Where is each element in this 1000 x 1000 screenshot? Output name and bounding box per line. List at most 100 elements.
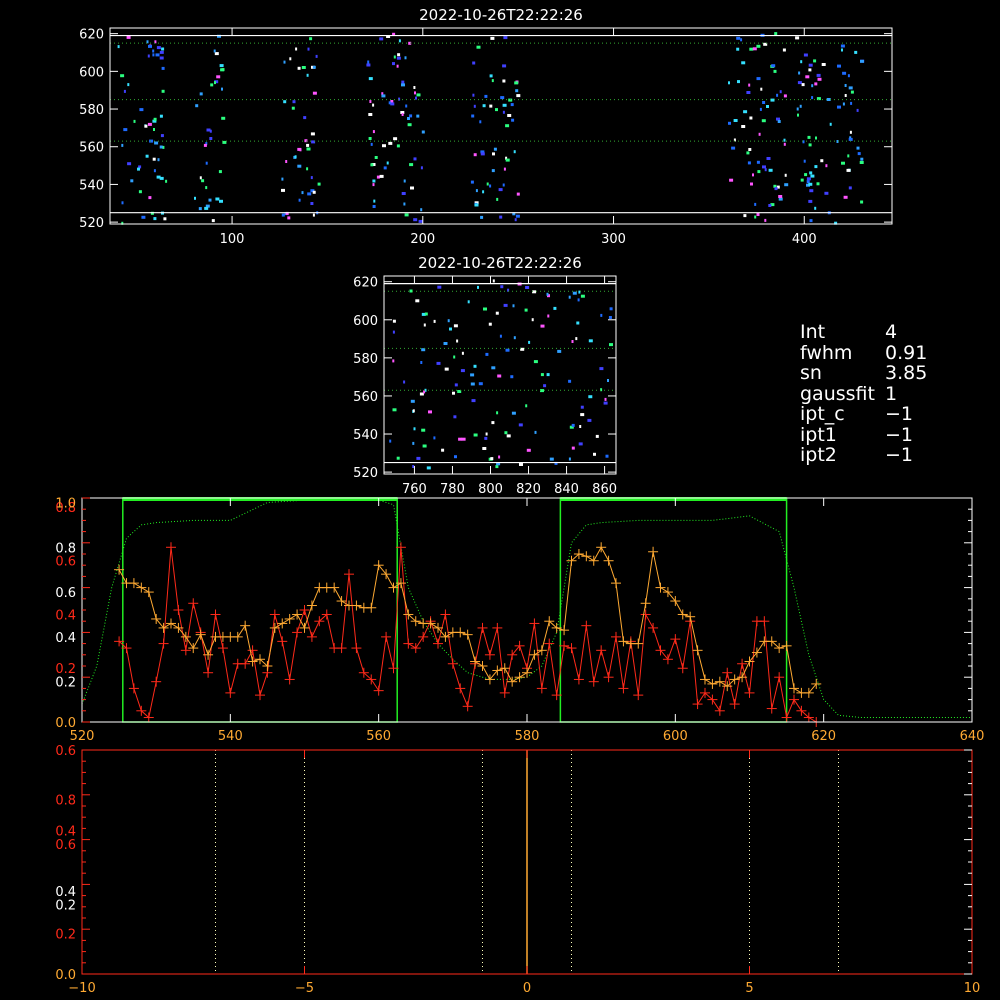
data-pixel: [488, 322, 492, 326]
data-pixel: [216, 75, 221, 79]
data-pixel: [312, 190, 316, 194]
series-point: [166, 542, 176, 553]
data-pixel: [515, 214, 520, 218]
data-pixel: [283, 100, 287, 104]
data-pixel: [194, 196, 196, 200]
data-pixel: [433, 319, 436, 323]
x-tick-label: 5: [745, 981, 753, 996]
data-pixel: [748, 83, 751, 87]
data-pixel: [372, 103, 375, 107]
data-pixel: [733, 119, 738, 122]
data-pixel: [165, 179, 168, 183]
data-pixel: [824, 191, 829, 195]
x-tick-label: 800: [478, 482, 503, 497]
data-pixel: [153, 217, 157, 221]
data-pixel: [807, 135, 811, 139]
data-pixel: [499, 215, 503, 219]
fit-info-panel: Int 4 fwhm 0.91 sn 3.85 gaussfit 1 ipt_c −1 i…: [800, 322, 927, 466]
data-pixel: [728, 81, 730, 85]
data-pixel: [412, 409, 415, 413]
data-pixel: [155, 53, 160, 57]
x-tick-label: 560: [366, 729, 391, 744]
data-pixel: [843, 195, 848, 199]
data-pixel: [482, 447, 487, 450]
series-point: [729, 699, 740, 710]
info-key: ipt_c: [800, 403, 845, 425]
series-point: [425, 618, 436, 629]
data-pixel: [846, 168, 851, 172]
data-pixel: [811, 96, 814, 100]
series-point: [447, 658, 458, 669]
data-pixel: [736, 47, 740, 51]
data-pixel: [148, 44, 152, 48]
data-pixel: [525, 286, 530, 289]
series-point: [433, 638, 443, 649]
series-point: [611, 578, 621, 589]
data-pixel: [495, 108, 498, 112]
series-point: [588, 555, 599, 566]
data-pixel: [801, 83, 805, 87]
x-tick-label: 840: [554, 482, 579, 497]
series-point: [477, 622, 488, 633]
series-point: [455, 683, 466, 694]
data-pixel: [374, 156, 378, 159]
data-pixel: [540, 324, 545, 328]
series-point: [366, 602, 377, 613]
data-pixel: [416, 93, 421, 97]
data-pixel: [512, 304, 515, 308]
series-point: [692, 645, 703, 656]
data-pixel: [808, 68, 812, 72]
data-pixel: [528, 340, 531, 344]
series-point: [336, 643, 347, 654]
data-pixel: [473, 433, 478, 437]
series-point: [225, 687, 236, 698]
data-pixel: [856, 146, 860, 150]
data-pixel: [783, 94, 787, 98]
y-tick-label: 520: [353, 466, 378, 481]
y-tick-label: 580: [79, 103, 104, 118]
data-pixel: [205, 161, 208, 165]
data-pixel: [599, 367, 604, 371]
x-tick-label: 520: [70, 729, 95, 744]
y-tick-label: 0.6: [55, 838, 76, 853]
data-pixel: [531, 318, 534, 322]
data-pixel: [795, 36, 800, 40]
y-tick-label: 0.8: [55, 793, 76, 808]
data-pixel: [578, 442, 583, 446]
y-tick-label: 0.4: [55, 631, 76, 646]
series-point: [188, 598, 199, 609]
data-pixel: [294, 155, 297, 159]
data-pixel: [808, 182, 813, 186]
data-pixel: [778, 195, 783, 198]
data-pixel: [117, 45, 120, 49]
series-point: [269, 622, 280, 633]
data-pixel: [473, 104, 476, 108]
data-pixel: [518, 423, 523, 427]
data-pixel: [301, 191, 304, 195]
data-pixel: [373, 199, 376, 203]
series-point: [195, 629, 206, 640]
data-pixel: [121, 143, 124, 147]
data-pixel: [127, 162, 132, 166]
data-pixel: [502, 183, 505, 187]
data-pixel: [203, 143, 207, 147]
series-point: [217, 643, 228, 654]
data-pixel: [604, 397, 607, 401]
y-tick-label: 0.6: [55, 555, 76, 570]
data-pixel: [510, 103, 514, 107]
data-pixel: [579, 425, 582, 428]
data-pixel: [505, 158, 510, 162]
series-point: [403, 638, 414, 649]
data-pixel: [154, 141, 159, 145]
data-pixel: [433, 436, 436, 440]
x-tick-label: 0: [523, 981, 531, 996]
data-pixel: [312, 65, 316, 69]
series-line: [118, 546, 817, 694]
data-pixel: [609, 307, 613, 311]
data-pixel: [312, 213, 315, 217]
data-pixel: [489, 184, 492, 188]
series-point: [329, 582, 340, 593]
y-tick-label: 0.2: [55, 928, 76, 943]
data-pixel: [317, 182, 321, 186]
data-pixel: [214, 81, 216, 85]
